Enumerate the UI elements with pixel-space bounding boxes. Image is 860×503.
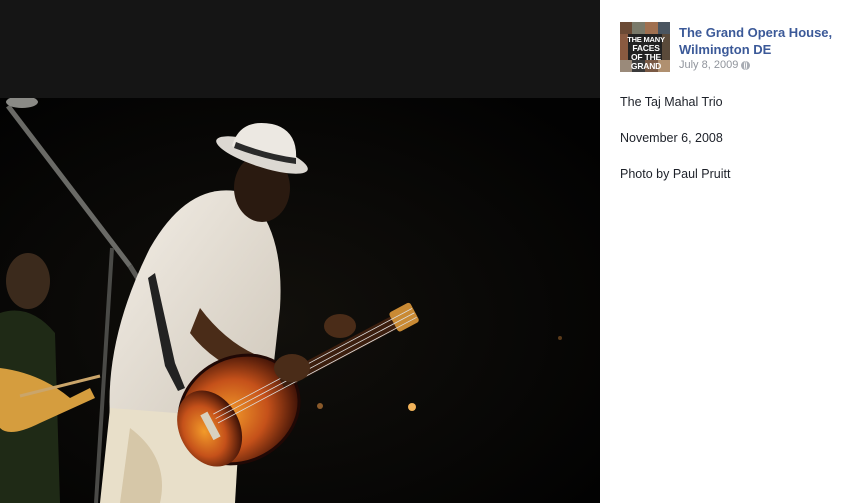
page-name-link[interactable]: The Grand Opera House, Wilmington DE [679, 24, 859, 58]
photo-viewer [0, 0, 600, 503]
caption-line: The Taj Mahal Trio [620, 95, 723, 109]
post-sidebar: THE MANY FACES OF THE GRAND The Grand Op… [600, 0, 860, 503]
post-header: THE MANY FACES OF THE GRAND The Grand Op… [620, 22, 855, 74]
caption-line: Photo by Paul Pruitt [620, 167, 731, 181]
post-meta: July 8, 2009 [679, 59, 751, 72]
avatar-logo-text: THE MANY FACES OF THE GRAND [627, 35, 665, 71]
globe-icon[interactable] [741, 61, 751, 70]
caption-line: November 6, 2008 [620, 131, 723, 145]
post-date[interactable]: July 8, 2009 [679, 59, 738, 72]
viewer-top-band [0, 0, 600, 98]
photo[interactable] [0, 98, 600, 503]
page-avatar[interactable]: THE MANY FACES OF THE GRAND [620, 22, 670, 72]
photo-image [0, 98, 600, 503]
post-caption: The Taj Mahal Trio November 6, 2008 Phot… [620, 94, 850, 202]
